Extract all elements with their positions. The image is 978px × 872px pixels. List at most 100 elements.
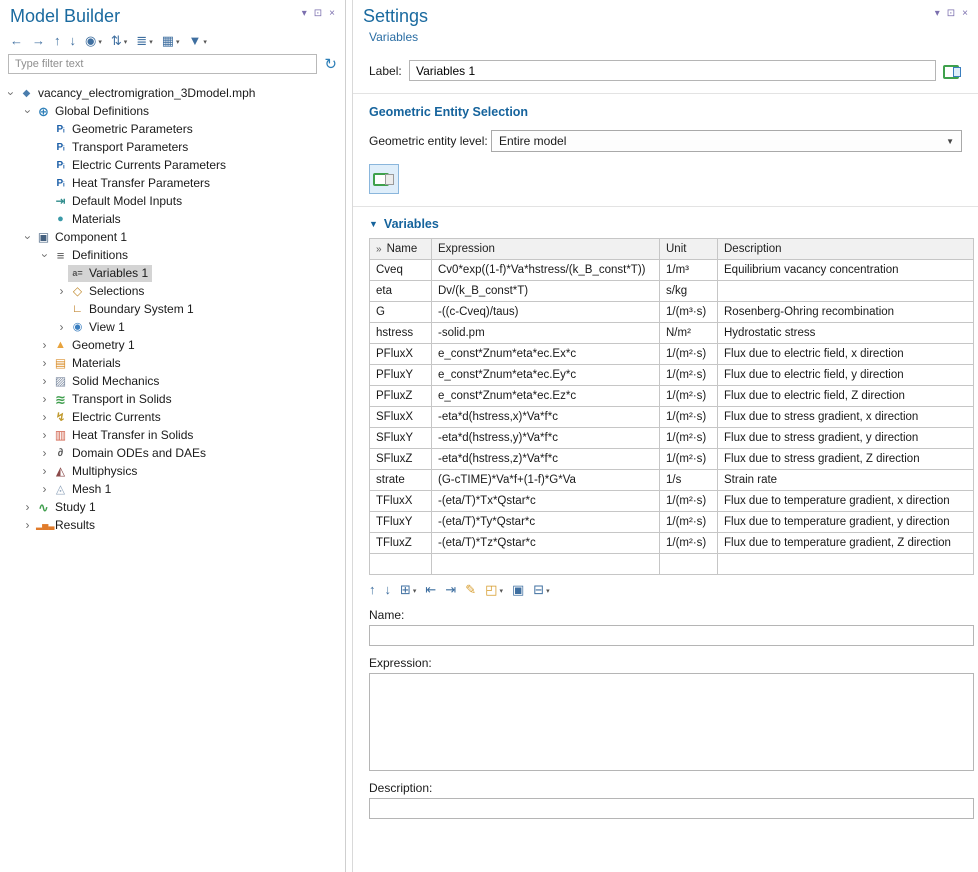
- cell-expression[interactable]: e_const*Znum*eta*ec.Ez*c: [432, 386, 660, 407]
- back-button[interactable]: ←: [10, 34, 23, 47]
- column-header-unit[interactable]: Unit: [660, 239, 718, 260]
- cell-name[interactable]: eta: [370, 281, 432, 302]
- expand-icon[interactable]: ›: [38, 393, 51, 406]
- cell-name[interactable]: TFluxY: [370, 512, 432, 533]
- cell-unit[interactable]: 1/(m²·s): [660, 428, 718, 449]
- tree-item-heat-transfer-parameters[interactable]: PᵢHeat Transfer Parameters: [0, 174, 345, 192]
- cell-name[interactable]: TFluxX: [370, 491, 432, 512]
- cell-description[interactable]: Rosenberg-Ohring recombination: [718, 302, 974, 323]
- table-row[interactable]: SFluxX-eta*d(hstress,x)*Va*f*c1/(m²·s)Fl…: [370, 407, 974, 428]
- cell-name[interactable]: Cveq: [370, 260, 432, 281]
- tree-item-electric-currents[interactable]: ›↯Electric Currents: [0, 408, 345, 426]
- close-icon[interactable]: ×: [329, 9, 335, 19]
- table-row[interactable]: strate(G-cTIME)*Va*f+(1-f)*G*Va1/sStrain…: [370, 470, 974, 491]
- cell-description[interactable]: [718, 554, 974, 575]
- column-header-description[interactable]: Description: [718, 239, 974, 260]
- table-row[interactable]: SFluxZ-eta*d(hstress,z)*Va*f*c1/(m²·s)Fl…: [370, 449, 974, 470]
- collapse-icon[interactable]: ›: [38, 249, 51, 262]
- cell-unit[interactable]: [660, 554, 718, 575]
- expand-icon[interactable]: ›: [38, 465, 51, 478]
- label-action-icon[interactable]: [942, 62, 962, 79]
- tree-item-geometric-parameters[interactable]: PᵢGeometric Parameters: [0, 120, 345, 138]
- table-row[interactable]: TFluxX-(eta/T)*Tx*Qstar*c1/(m²·s)Flux du…: [370, 491, 974, 512]
- refresh-icon[interactable]: ↻: [324, 57, 337, 72]
- description-input[interactable]: [369, 798, 974, 819]
- cell-unit[interactable]: 1/m³: [660, 260, 718, 281]
- expand-icon[interactable]: ›: [38, 411, 51, 424]
- cell-expression[interactable]: -eta*d(hstress,z)*Va*f*c: [432, 449, 660, 470]
- cell-name[interactable]: SFluxY: [370, 428, 432, 449]
- save-to-file-button[interactable]: ▣: [512, 583, 524, 596]
- node-text-button[interactable]: ≣▾: [136, 34, 152, 47]
- filter-button[interactable]: ▼▾: [189, 34, 207, 47]
- cell-expression[interactable]: -(eta/T)*Ty*Qstar*c: [432, 512, 660, 533]
- cell-description[interactable]: Flux due to stress gradient, x direction: [718, 407, 974, 428]
- tree-item-definitions[interactable]: ›≡Definitions: [0, 246, 345, 264]
- expression-input[interactable]: [369, 673, 974, 771]
- collapse-icon[interactable]: ›: [21, 105, 34, 118]
- export-button[interactable]: ⊟▾: [533, 583, 549, 596]
- detach-icon[interactable]: ⊡: [947, 9, 955, 19]
- cell-unit[interactable]: 1/(m²·s): [660, 449, 718, 470]
- show-button[interactable]: ◉▾: [85, 34, 102, 47]
- cell-expression[interactable]: -(eta/T)*Tz*Qstar*c: [432, 533, 660, 554]
- cell-unit[interactable]: 1/(m²·s): [660, 386, 718, 407]
- tree-item-geometry-1[interactable]: ›▲Geometry 1: [0, 336, 345, 354]
- tree-item-multiphysics[interactable]: ›◭Multiphysics: [0, 462, 345, 480]
- cell-expression[interactable]: e_const*Znum*eta*ec.Ey*c: [432, 365, 660, 386]
- move-to-bottom-button[interactable]: ⇥: [445, 583, 456, 596]
- tree-item-transport-parameters[interactable]: PᵢTransport Parameters: [0, 138, 345, 156]
- table-row[interactable]: PFluxZe_const*Znum*eta*ec.Ez*c1/(m²·s)Fl…: [370, 386, 974, 407]
- table-row[interactable]: SFluxY-eta*d(hstress,y)*Va*f*c1/(m²·s)Fl…: [370, 428, 974, 449]
- table-row-empty[interactable]: [370, 554, 974, 575]
- tree-item-study-1[interactable]: ›∿Study 1: [0, 498, 345, 516]
- tree-item-transport-in-solids[interactable]: ›≋Transport in Solids: [0, 390, 345, 408]
- tree-item-solid-mechanics[interactable]: ›▨Solid Mechanics: [0, 372, 345, 390]
- cell-unit[interactable]: 1/(m²·s): [660, 365, 718, 386]
- move-up-button[interactable]: ↑: [369, 583, 376, 596]
- cell-expression[interactable]: [432, 554, 660, 575]
- cell-description[interactable]: Flux due to temperature gradient, Z dire…: [718, 533, 974, 554]
- cell-name[interactable]: PFluxZ: [370, 386, 432, 407]
- cell-name[interactable]: PFluxX: [370, 344, 432, 365]
- cell-unit[interactable]: 1/(m²·s): [660, 491, 718, 512]
- cell-expression[interactable]: -solid.pm: [432, 323, 660, 344]
- expand-icon[interactable]: ›: [38, 447, 51, 460]
- cell-unit[interactable]: 1/(m²·s): [660, 407, 718, 428]
- table-row[interactable]: PFluxYe_const*Znum*eta*ec.Ey*c1/(m²·s)Fl…: [370, 365, 974, 386]
- cell-description[interactable]: Flux due to electric field, Z direction: [718, 386, 974, 407]
- cell-name[interactable]: strate: [370, 470, 432, 491]
- tree-item-heat-transfer-in-solids[interactable]: ›▥Heat Transfer in Solids: [0, 426, 345, 444]
- expand-icon[interactable]: ›: [38, 357, 51, 370]
- move-down-button[interactable]: ↓: [385, 583, 392, 596]
- cell-unit[interactable]: s/kg: [660, 281, 718, 302]
- tree-item-default-model-inputs[interactable]: ⇥Default Model Inputs: [0, 192, 345, 210]
- collapse-icon[interactable]: ›: [21, 231, 34, 244]
- cell-expression[interactable]: e_const*Znum*eta*ec.Ex*c: [432, 344, 660, 365]
- cell-unit[interactable]: N/m²: [660, 323, 718, 344]
- tree-item-variables-1[interactable]: a=Variables 1: [0, 264, 345, 282]
- cell-name[interactable]: SFluxZ: [370, 449, 432, 470]
- column-header-name[interactable]: »Name: [370, 239, 432, 260]
- cell-name[interactable]: PFluxY: [370, 365, 432, 386]
- table-row[interactable]: TFluxZ-(eta/T)*Tz*Qstar*c1/(m²·s)Flux du…: [370, 533, 974, 554]
- cell-description[interactable]: Flux due to electric field, x direction: [718, 344, 974, 365]
- expand-icon[interactable]: ›: [21, 519, 34, 532]
- edit-button[interactable]: ✎: [465, 583, 476, 596]
- panel-menu-icon[interactable]: ▾: [935, 9, 940, 19]
- cell-description[interactable]: Flux due to electric field, y direction: [718, 365, 974, 386]
- table-row[interactable]: TFluxY-(eta/T)*Ty*Qstar*c1/(m²·s)Flux du…: [370, 512, 974, 533]
- cell-description[interactable]: Flux due to stress gradient, y direction: [718, 428, 974, 449]
- geometric-entity-level-select[interactable]: Entire model ▼: [491, 130, 962, 152]
- cell-expression[interactable]: Cv0*exp((1-f)*Va*hstress/(k_B_const*T)): [432, 260, 660, 281]
- expand-icon[interactable]: ›: [38, 483, 51, 496]
- cell-name[interactable]: [370, 554, 432, 575]
- label-input[interactable]: [409, 60, 936, 81]
- tree-item-materials[interactable]: ›▤Materials: [0, 354, 345, 372]
- cell-description[interactable]: Equilibrium vacancy concentration: [718, 260, 974, 281]
- cell-name[interactable]: TFluxZ: [370, 533, 432, 554]
- collapse-all-button[interactable]: ⇅▾: [111, 34, 127, 47]
- tree-item-results[interactable]: ›▂▅▃Results: [0, 516, 345, 534]
- cell-name[interactable]: hstress: [370, 323, 432, 344]
- cell-expression[interactable]: (G-cTIME)*Va*f+(1-f)*G*Va: [432, 470, 660, 491]
